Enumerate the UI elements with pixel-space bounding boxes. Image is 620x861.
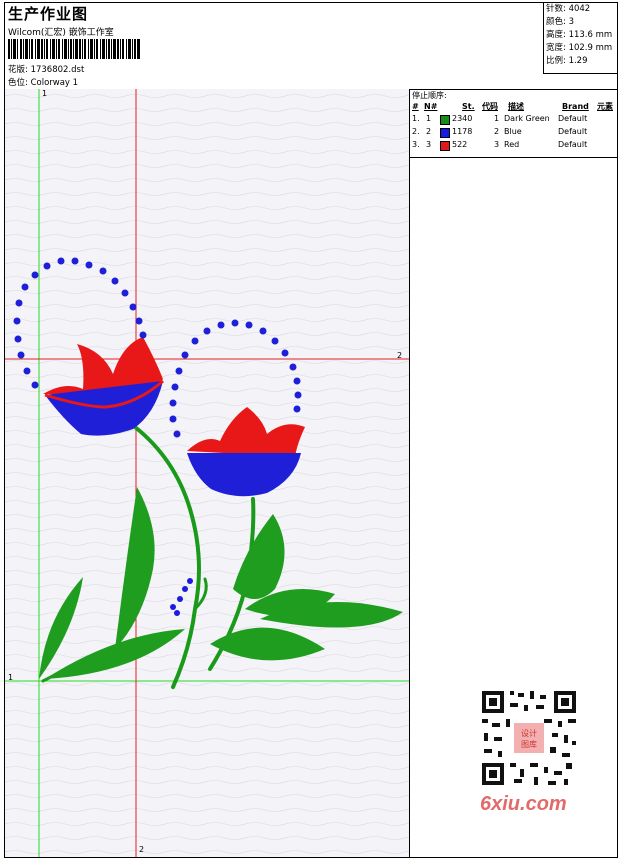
design-label: 花版: <box>8 65 28 75</box>
svg-text:图库: 图库 <box>521 739 537 749</box>
legend-row: 1. 1 2340 1 Dark Green Default <box>410 113 617 125</box>
qr-badge-text: 设计 <box>521 728 537 738</box>
legend-cell-desc: Dark Green <box>504 114 550 123</box>
sheet-title: 生产作业图 <box>8 5 89 23</box>
col-elem: 元素 <box>597 102 613 111</box>
legend-cell-st: 2340 <box>452 114 473 123</box>
legend-cell-brand: Default <box>558 114 588 123</box>
legend-cell-brand: Default <box>558 127 588 136</box>
stat-stitches: 针数: 4042 <box>546 4 591 14</box>
col-desc: 描述 <box>508 102 524 111</box>
legend-row: 3. 3 522 3 Red Default <box>410 139 617 151</box>
stat-width: 宽度: 102.9 mm <box>546 43 613 53</box>
col-code: 代码 <box>482 102 498 111</box>
legend-cell-num: 2. <box>412 127 420 136</box>
legend-cell-brand: Default <box>558 140 588 149</box>
guide-label-h-green: 1 <box>8 673 14 682</box>
colorway-label: 色位: <box>8 78 28 88</box>
stop-sequence-legend: 停止顺序: # N# St. 代码 描述 Brand 元素 1. 1 2340 1 Da… <box>410 89 617 158</box>
design-stats: 针数: 4042 颜色: 3 高度: 113.6 mm 宽度: 102.9 mm… <box>543 3 618 74</box>
qr-graphic: 设计 图库 <box>474 683 584 793</box>
embroidery-preview[interactable]: 1 1 2 2 <box>5 89 410 857</box>
legend-cell-code: 2 <box>494 127 500 136</box>
company-name: Wilcom(汇宏) 嵌饰工作室 <box>8 28 114 38</box>
stat-colors: 颜色: 3 <box>546 17 574 27</box>
design-value: 1736802.dst <box>30 65 85 75</box>
watermark: 6xiu.com <box>480 793 567 815</box>
legend-cell-st: 1178 <box>452 127 473 136</box>
production-sheet: 生产作业图 Wilcom(汇宏) 嵌饰工作室 花版: 1736802.dst 色… <box>4 2 618 858</box>
colorway-value: Colorway 1 <box>30 78 79 88</box>
legend-cell-desc: Red <box>504 140 520 149</box>
legend-cell-no: 1 <box>426 114 432 123</box>
col-st: St. <box>462 102 475 111</box>
color-swatch <box>440 115 450 125</box>
color-swatch <box>440 128 450 138</box>
stat-height: 高度: 113.6 mm <box>546 30 613 40</box>
col-brand: Brand <box>562 102 589 111</box>
embroidery-drawing <box>5 89 409 857</box>
sheet-header: 生产作业图 Wilcom(汇宏) 嵌饰工作室 花版: 1736802.dst 色… <box>5 3 618 90</box>
guide-label-h-red: 2 <box>397 351 403 360</box>
col-num: # <box>412 102 419 111</box>
legend-header-row: # N# St. 代码 描述 Brand 元素 <box>410 101 617 113</box>
color-swatch <box>440 141 450 151</box>
legend-cell-num: 3. <box>412 140 420 149</box>
stat-ratio: 比例: 1.29 <box>546 56 588 66</box>
legend-cell-st: 522 <box>452 140 468 149</box>
legend-cell-no: 3 <box>426 140 432 149</box>
legend-title: 停止顺序: <box>412 91 447 100</box>
colorway-line: 色位: Colorway 1 <box>8 76 78 88</box>
barcode <box>8 39 140 59</box>
design-line: 花版: 1736802.dst <box>8 63 84 75</box>
col-no: N# <box>424 102 438 111</box>
legend-cell-no: 2 <box>426 127 432 136</box>
legend-cell-code: 1 <box>494 114 500 123</box>
legend-cell-code: 3 <box>494 140 500 149</box>
legend-cell-num: 1. <box>412 114 420 123</box>
legend-row: 2. 2 1178 2 Blue Default <box>410 126 617 138</box>
legend-cell-desc: Blue <box>504 127 522 136</box>
guide-label-v-red: 2 <box>139 845 145 854</box>
qr-code: 设计 图库 <box>474 683 584 793</box>
guide-label-v-green: 1 <box>42 89 48 98</box>
